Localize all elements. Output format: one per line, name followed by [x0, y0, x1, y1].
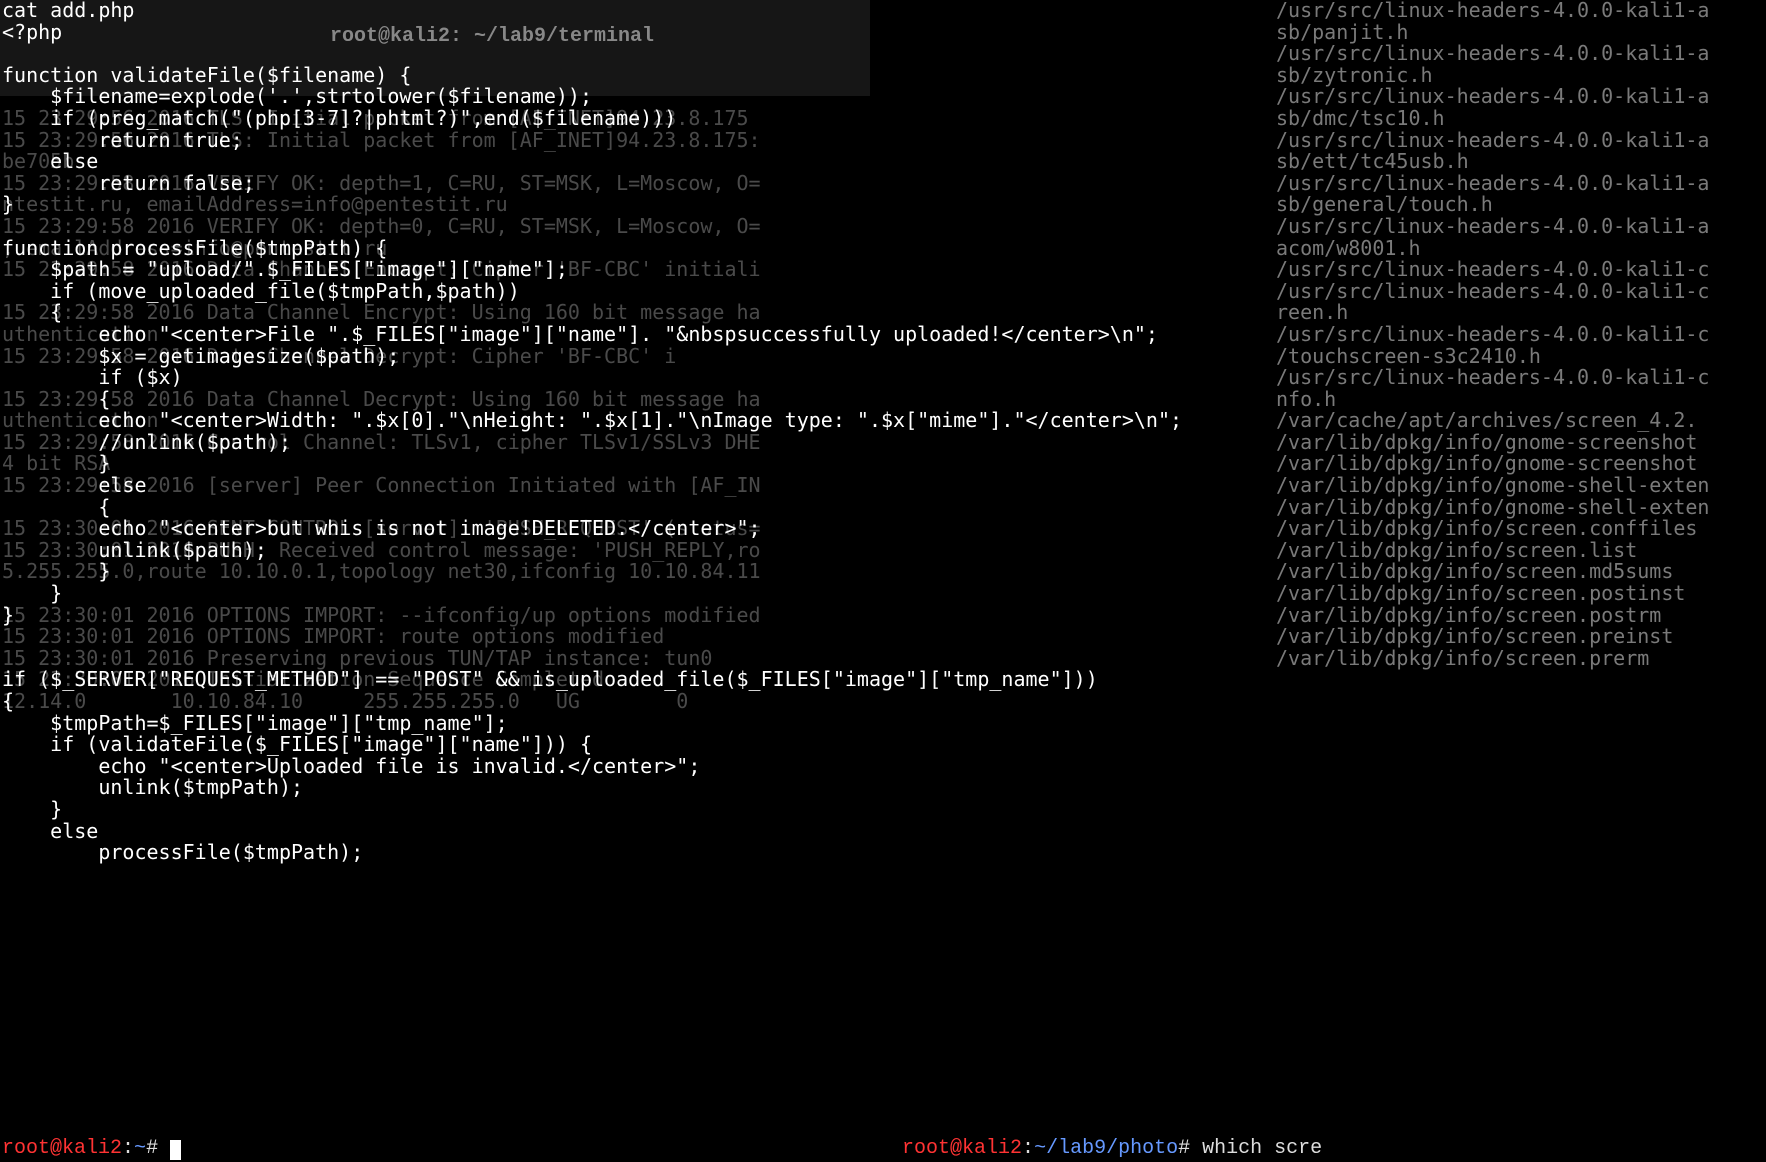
right-shell-prompt[interactable]: root@kali2:~/lab9/photo# which scre [878, 1117, 1322, 1160]
cursor-icon [170, 1140, 181, 1160]
right-terminal-output: /usr/src/linux-headers-4.0.0-kali1-a sb/… [1276, 0, 1766, 1162]
prompt-hash: # [146, 1137, 170, 1160]
foreground-code-output: cat add.php <?php function validateFile(… [0, 0, 1182, 864]
prompt-path: ~/lab9/photo [1034, 1137, 1178, 1160]
prompt-hash: # [1178, 1137, 1202, 1160]
prompt-path: ~ [134, 1137, 146, 1160]
prompt-user: root@kali2 [902, 1137, 1022, 1160]
prompt-user: root@kali2 [2, 1137, 122, 1160]
prompt-command: which scre [1202, 1137, 1322, 1160]
prompt-sep: : [1022, 1137, 1034, 1160]
prompt-sep: : [122, 1137, 134, 1160]
bottom-shell-prompt[interactable]: root@kali2:~# [2, 1138, 181, 1160]
